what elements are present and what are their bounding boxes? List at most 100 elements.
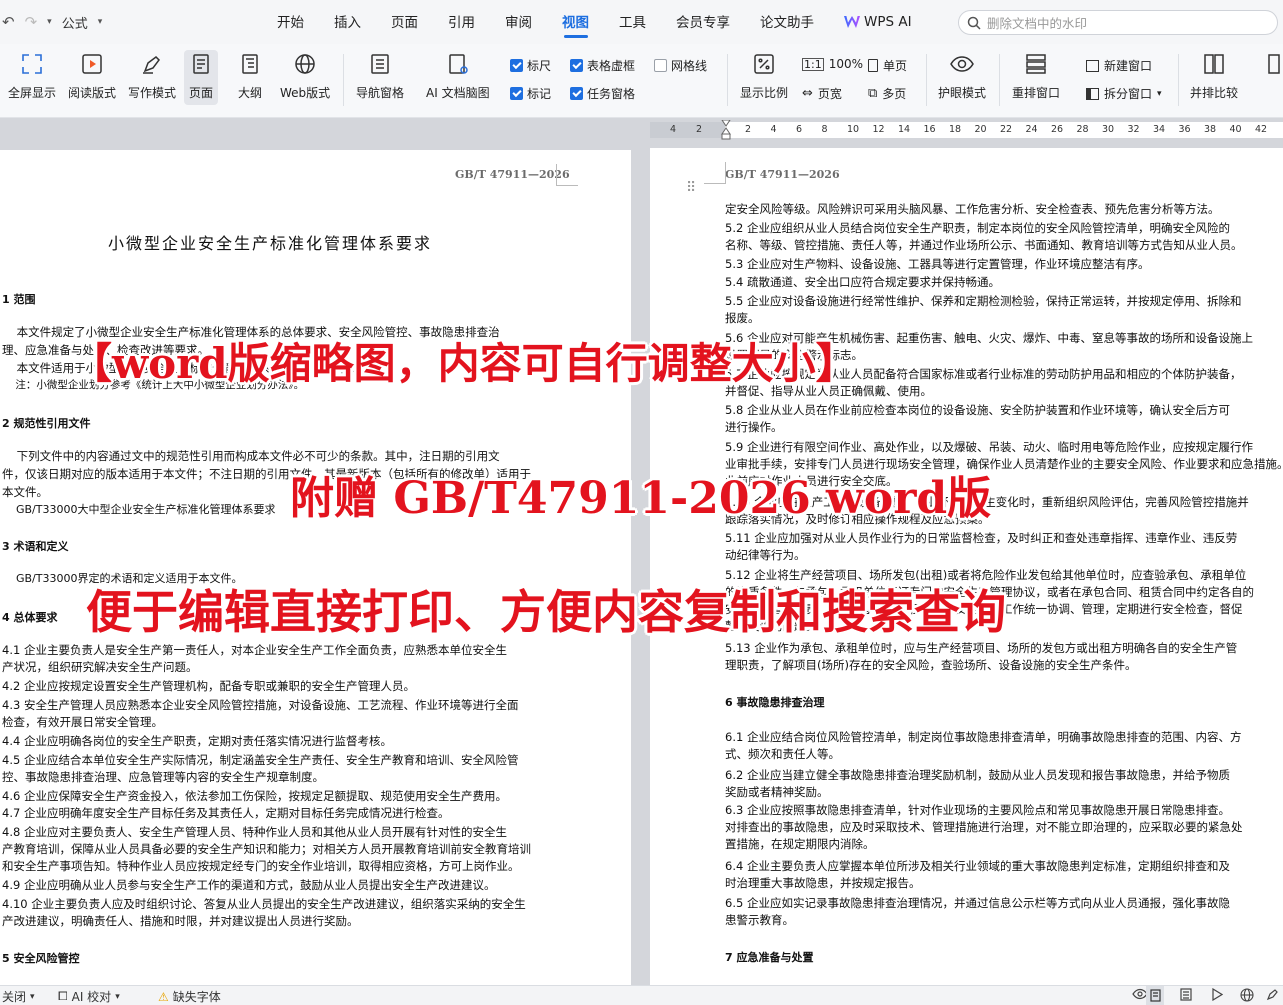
single-page-button[interactable]: 单页 xyxy=(868,57,907,74)
chevron-down-icon: ▾ xyxy=(1157,88,1162,99)
ruler-tick-label: 26 xyxy=(1051,124,1064,135)
zoom-100-button[interactable]: 1:1 100% xyxy=(802,57,863,71)
close-button[interactable]: 关闭 ▾ xyxy=(2,988,35,1005)
tab-view[interactable]: 视图 xyxy=(547,0,604,44)
globe-icon xyxy=(293,52,317,76)
tab-wps-ai[interactable]: WPS AI xyxy=(829,0,927,44)
eye-icon xyxy=(950,52,974,76)
gridlines-checkbox[interactable]: 网格线 xyxy=(654,57,707,74)
reading-mode-button[interactable]: 阅读版式 xyxy=(68,52,116,101)
document-page-left[interactable]: GB/T 47911—2026 小微型企业安全生产标准化管理体系要求 1 范围 … xyxy=(0,150,631,985)
multi-page-icon: ⧉ xyxy=(868,86,878,101)
task-pane-checkbox[interactable]: 任务窗格 xyxy=(570,85,635,102)
ruler-tick-label: 10 xyxy=(847,124,860,135)
ruler-tick-label: 36 xyxy=(1178,124,1191,135)
overlay-banner-line3: 便于编辑直接打印、方便内容复制和搜索查询 xyxy=(86,585,1006,639)
split-window-button[interactable]: 拆分窗口 ▾ xyxy=(1086,85,1162,102)
ai-proofread-button[interactable]: ⧠ AI 校对 ▾ xyxy=(58,988,120,1005)
fullscreen-button[interactable]: 全屏显示 xyxy=(8,52,56,101)
ruler-margin xyxy=(650,122,725,138)
crop-mark xyxy=(704,162,726,184)
section-heading: 1 范围 xyxy=(2,293,36,306)
paragraph: 4.10 企业主要负责人应及时组织讨论、答复从业人员提出的安全生产改进建议，组织… xyxy=(2,897,526,911)
view-ribbon: 全屏显示 阅读版式 写作模式 页面 大纲 Web版式 导航窗格 AI 文档脑图 … xyxy=(0,44,1283,118)
drag-handle-icon[interactable]: ⠿ xyxy=(686,180,696,196)
outline-button[interactable]: 大纲 xyxy=(238,52,262,101)
nav-pane-button[interactable]: 导航窗格 xyxy=(356,52,404,101)
tab-thesis[interactable]: 论文助手 xyxy=(745,0,829,44)
ruler-tick-label: 4 xyxy=(770,124,777,135)
multi-page-button[interactable]: ⧉ 多页 xyxy=(868,85,906,102)
section-heading: 5 安全风险管控 xyxy=(2,952,80,965)
ruler-tick-label: 2 xyxy=(745,124,752,135)
ribbon-divider xyxy=(999,54,1000,106)
paragraph: 产教育培训，保障从业人员具备必要的安全生产知识和能力；对相关方人员开展教育培训前… xyxy=(2,842,531,856)
redo-icon[interactable]: ↷ xyxy=(25,13,38,31)
play-icon[interactable] xyxy=(1211,988,1223,1001)
search-input[interactable]: 删除文档中的水印 xyxy=(958,10,1278,35)
side-by-side-icon xyxy=(1202,52,1226,76)
tab-home[interactable]: 开始 xyxy=(262,0,319,44)
paragraph: 置措施，在规定期限内消除。 xyxy=(725,837,875,851)
page-view-button[interactable]: 页面 xyxy=(184,50,219,105)
tab-references[interactable]: 引用 xyxy=(433,0,490,44)
paragraph: 4.4 企业应明确各岗位的安全生产职责，定期对责任落实情况进行监督考核。 xyxy=(2,734,392,748)
tab-tools[interactable]: 工具 xyxy=(604,0,661,44)
paragraph: 5.4 疏散通道、安全出口应符合规定要求并保持畅通。 xyxy=(725,275,1000,289)
eye-mode-button[interactable]: 护眼模式 xyxy=(938,52,986,101)
checkbox-checked-icon xyxy=(570,87,583,100)
new-window-icon xyxy=(1086,59,1099,72)
web-layout-button[interactable]: Web版式 xyxy=(280,52,330,101)
tab-member[interactable]: 会员专享 xyxy=(661,0,745,44)
ribbon-divider xyxy=(343,54,344,106)
paragraph: 产改进建议，明确责任人、措施和时限，并对建议提出人员进行奖励。 xyxy=(2,914,359,928)
globe-status-icon[interactable] xyxy=(1240,988,1254,1002)
zoom-button[interactable]: 显示比例 xyxy=(740,52,788,101)
chevron-down-icon[interactable]: ▾ xyxy=(47,17,52,27)
page-header: GB/T 47911—2026 xyxy=(725,168,840,181)
new-window-button[interactable]: 新建窗口 xyxy=(1086,57,1152,74)
arrange-window-button[interactable]: 重排窗口 xyxy=(1012,52,1060,101)
page-width-button[interactable]: ⇔ 页宽 xyxy=(802,85,842,102)
ai-mindmap-button[interactable]: AI 文档脑图 xyxy=(426,52,490,101)
paragraph: 5.5 企业应对设备设施进行经常性维护、保养和定期检测检验，保持正常运转，并按规… xyxy=(725,294,1242,308)
paragraph: 5.11 企业应加强对从业人员作业行为的日常监督检查，及时纠正和查处违章指挥、违… xyxy=(725,531,1238,545)
page-icon xyxy=(189,52,213,76)
undo-icon[interactable]: ↶ xyxy=(2,13,15,31)
outline-status-icon[interactable] xyxy=(1180,988,1192,1001)
more-icon[interactable] xyxy=(1262,52,1283,84)
status-bar: 关闭 ▾ ⧠ AI 校对 ▾ ⚠ 缺失字体 xyxy=(0,985,1283,1005)
checkbox-checked-icon xyxy=(570,59,583,72)
indent-marker-icon[interactable] xyxy=(721,120,731,140)
tab-review[interactable]: 审阅 xyxy=(490,0,547,44)
chevron-down-icon[interactable]: ▾ xyxy=(98,17,103,27)
ruler-checkbox[interactable]: 标尺 xyxy=(510,57,551,74)
paragraph: 动纪律等行为。 xyxy=(725,548,806,562)
writing-mode-button[interactable]: 写作模式 xyxy=(128,52,176,101)
overlay-banner-line1: 【word版缩略图，内容可自行调整大小】 xyxy=(70,339,858,388)
paragraph: 5.13 企业作为承包、承租单位时，应与生产经营项目、场所的发包方或出租方明确各… xyxy=(725,641,1238,655)
paragraph: 6.1 企业应结合岗位风险管控清单，制定岗位事故隐患排查清单，明确事故隐患排查的… xyxy=(725,730,1242,744)
tab-page[interactable]: 页面 xyxy=(376,0,433,44)
ribbon-divider xyxy=(727,54,728,106)
page-view-status-icon[interactable] xyxy=(1146,986,1164,1005)
paragraph: 5.9 企业进行有限空间作业、高处作业，以及爆破、吊装、动火、临时用电等危险作业… xyxy=(725,440,1253,454)
ruler-tick-label: 2 xyxy=(696,124,703,135)
pen-status-icon[interactable] xyxy=(1266,988,1279,1001)
paragraph: 和安全生产事项告知。特种作业人员应按规定经专门的安全作业培训，取得相应资格，方可… xyxy=(2,859,520,873)
page-width-icon: ⇔ xyxy=(802,86,813,101)
format-label[interactable]: 公式 xyxy=(62,13,88,32)
missing-font-button[interactable]: ⚠ 缺失字体 xyxy=(158,988,221,1005)
menu-tabs: 开始 插入 页面 引用 审阅 视图 工具 会员专享 论文助手 WPS AI xyxy=(262,0,927,44)
horizontal-ruler[interactable]: 4 2 2 4 6 8 10 12 14 16 18 20 22 24 26 28 30 32 34 36 38 40 42 xyxy=(650,120,1283,140)
side-by-side-button[interactable]: 并排比较 xyxy=(1190,52,1238,101)
marks-checkbox[interactable]: 标记 xyxy=(510,85,551,102)
ruler-tick-label: 24 xyxy=(1025,124,1038,135)
document-page-right[interactable]: GB/T 47911—2026 定安全风险等级。风险辨识可采用头脑风暴、工作危害… xyxy=(650,148,1283,985)
paragraph: 进行操作。 xyxy=(725,420,783,434)
tab-insert[interactable]: 插入 xyxy=(319,0,376,44)
section-heading: 7 应急准备与处置 xyxy=(725,951,814,964)
table-gridlines-checkbox[interactable]: 表格虚框 xyxy=(570,57,635,74)
section-heading: 3 术语和定义 xyxy=(2,540,69,553)
paragraph: 6.3 企业应按照事故隐患排查清单，针对作业现场的主要风险点和常见事故隐患开展日… xyxy=(725,803,1230,817)
